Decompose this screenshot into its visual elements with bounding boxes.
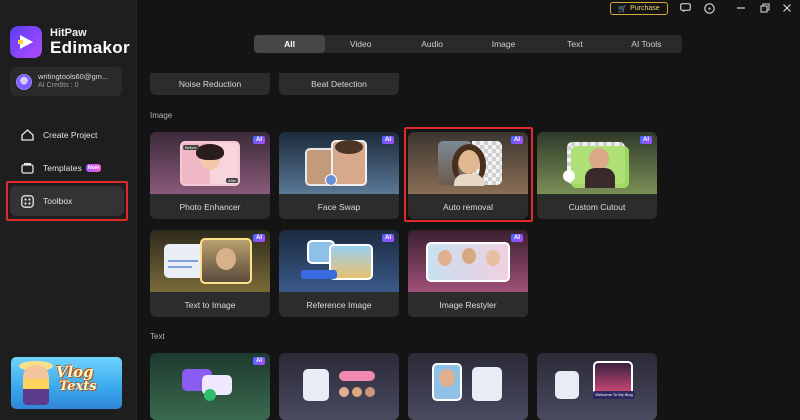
photo-enhancer-thumbnail: Before After	[150, 132, 270, 194]
ai-badge: AI	[511, 234, 523, 242]
audio-wave-bar	[339, 371, 375, 381]
app-name-top: HitPaw	[50, 26, 87, 39]
card-label: Reference Image	[279, 292, 399, 317]
account-email: writingtools60@gm...	[38, 72, 109, 82]
avatar	[16, 73, 32, 90]
portrait-body	[585, 168, 615, 188]
text-to-image-thumbnail	[150, 230, 270, 292]
text-tool-card-4[interactable]: Welcome To My Blog	[537, 353, 657, 420]
text-tool-card-2[interactable]	[279, 353, 399, 420]
text-line	[168, 260, 198, 262]
tab-text[interactable]: Text	[539, 35, 610, 53]
tab-ai-tools[interactable]: AI Tools	[611, 35, 682, 53]
ai-badge: AI	[640, 136, 652, 144]
transcript-panel	[472, 367, 502, 401]
face-swap-thumbnail	[279, 132, 399, 194]
text-tool-thumbnail	[150, 353, 270, 420]
text-prompt-bar	[301, 270, 337, 279]
text-tool-thumbnail	[279, 353, 399, 420]
text-to-image-card[interactable]: AI Text to Image	[150, 230, 270, 317]
vlog-texts-promo-banner[interactable]: Vlog Texts	[11, 357, 122, 409]
nav-label: Create Project	[43, 130, 98, 140]
before-tag: Before	[183, 145, 199, 150]
templates-icon	[20, 161, 34, 175]
noise-reduction-card[interactable]: Noise Reduction	[150, 73, 270, 95]
app-name: Edimakor	[50, 37, 130, 57]
speaker-avatar	[352, 387, 362, 397]
app-logo-icon	[10, 26, 42, 58]
reference-image-card[interactable]: AI Reference Image	[279, 230, 399, 317]
restore-icon[interactable]	[758, 2, 772, 14]
purchase-label: Purchase	[630, 5, 660, 12]
nav-templates[interactable]: Templates New	[10, 153, 124, 183]
ai-badge: AI	[253, 136, 265, 144]
card-label: Custom Cutout	[537, 194, 657, 219]
app-brand: HitPaw Edimakor	[10, 26, 130, 58]
promo-title: Vlog	[55, 363, 94, 381]
tab-video[interactable]: Video	[325, 35, 396, 53]
info-icon[interactable]	[702, 2, 716, 14]
text-tool-thumbnail: Welcome To My Blog	[537, 353, 657, 420]
close-icon[interactable]	[780, 2, 794, 14]
after-tag: After	[226, 178, 239, 183]
ai-badge: AI	[382, 234, 394, 242]
speaker-avatar	[339, 387, 349, 397]
add-icon	[204, 389, 216, 401]
card-label: Photo Enhancer	[150, 194, 270, 219]
document-panel	[303, 369, 329, 401]
person-face	[486, 250, 500, 266]
portrait-hair	[196, 144, 224, 160]
section-heading-text: Text	[150, 332, 165, 341]
speaker-avatar	[365, 387, 375, 397]
minimize-icon[interactable]	[734, 2, 748, 14]
face-swap-card[interactable]: AI Face Swap	[279, 132, 399, 219]
new-badge: New	[85, 164, 102, 172]
person-face	[462, 248, 476, 264]
reference-image-thumbnail	[279, 230, 399, 292]
tab-image[interactable]: Image	[468, 35, 539, 53]
beat-detection-card[interactable]: Beat Detection	[279, 73, 399, 95]
custom-cutout-card[interactable]: AI Custom Cutout	[537, 132, 657, 219]
promo-character-image	[23, 365, 49, 405]
portrait-face	[216, 248, 236, 270]
photo-enhancer-card[interactable]: Before After AI Photo Enhancer	[150, 132, 270, 219]
swap-arrow-icon	[325, 174, 337, 186]
ai-credits: AI Credits : 0	[38, 81, 79, 89]
document-panel	[555, 371, 579, 399]
image-restyler-card[interactable]: AI Image Restyler	[408, 230, 528, 317]
tab-all[interactable]: All	[254, 35, 325, 53]
promo-subtitle: Texts	[59, 379, 97, 394]
ai-badge: AI	[253, 357, 265, 365]
toolbox-highlight-frame	[6, 181, 128, 221]
tab-audio[interactable]: Audio	[396, 35, 467, 53]
purchase-button[interactable]: 🛒 Purchase	[610, 2, 668, 15]
ai-badge: AI	[382, 136, 394, 144]
custom-cutout-thumbnail	[537, 132, 657, 194]
portrait-face	[589, 148, 609, 170]
magic-wand-icon	[563, 170, 575, 182]
image-restyler-thumbnail	[408, 230, 528, 292]
home-plus-icon	[20, 128, 34, 142]
nav-label: Templates	[43, 163, 82, 173]
ai-badge: AI	[253, 234, 265, 242]
card-label: Face Swap	[279, 194, 399, 219]
ai-badge: AI	[511, 136, 523, 144]
text-tool-card-1[interactable]: AI	[150, 353, 270, 420]
card-label: Text to Image	[150, 292, 270, 317]
category-tabs: All Video Audio Image Text AI Tools	[254, 35, 682, 53]
section-heading-image: Image	[150, 111, 173, 120]
portrait-hair	[335, 140, 363, 154]
text-tool-card-3[interactable]	[408, 353, 528, 420]
feedback-icon[interactable]	[678, 2, 692, 14]
cart-icon: 🛒	[618, 5, 628, 13]
account-card[interactable]: writingtools60@gm... AI Credits : 0	[10, 67, 122, 96]
text-tool-thumbnail	[408, 353, 528, 420]
welcome-caption: Welcome To My Blog	[593, 391, 635, 399]
person-face	[438, 250, 452, 266]
nav-create-project[interactable]: Create Project	[10, 120, 124, 150]
portrait-face	[439, 369, 455, 387]
text-line	[168, 266, 192, 268]
card-label: Image Restyler	[408, 292, 528, 317]
